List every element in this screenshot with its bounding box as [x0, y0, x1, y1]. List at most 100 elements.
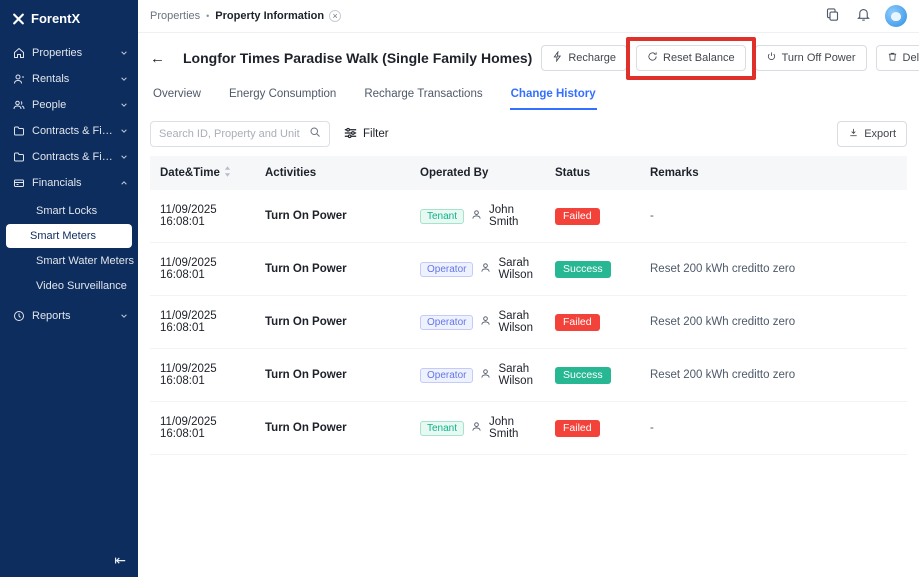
- table-row: 11/09/2025 16:08:01 Turn On Power Tenant…: [150, 402, 907, 455]
- cell-remarks: Reset 200 kWh creditto zero: [640, 243, 907, 296]
- recharge-button[interactable]: Recharge: [541, 45, 627, 71]
- trash-icon: [887, 51, 898, 65]
- operator-name: Sarah Wilson: [498, 310, 535, 334]
- sidebar-item-financials[interactable]: Financials: [0, 170, 138, 196]
- sidebar-collapse-button[interactable]: ⇤: [114, 552, 126, 569]
- sidebar-item-contracts-files-1[interactable]: Contracts & Files: [0, 118, 138, 144]
- avatar[interactable]: [885, 5, 907, 27]
- people-icon: [12, 99, 25, 111]
- close-tab-icon[interactable]: ×: [329, 10, 341, 22]
- cell-datetime: 11/09/2025 16:08:01: [150, 349, 255, 402]
- role-tag: Tenant: [420, 421, 464, 436]
- copy-button[interactable]: [823, 5, 842, 27]
- sidebar-item-rentals[interactable]: Rentals: [0, 66, 138, 92]
- sidebar-item-smart-locks[interactable]: Smart Locks: [6, 199, 132, 223]
- cell-datetime: 11/09/2025 16:08:01: [150, 243, 255, 296]
- person-icon: [480, 262, 491, 276]
- operator-name: Sarah Wilson: [498, 363, 535, 387]
- sidebar-item-video-surveillance[interactable]: Video Surveillance: [6, 274, 132, 298]
- open-tab-property-information[interactable]: Property Information ×: [215, 10, 341, 22]
- status-badge: Failed: [555, 314, 600, 331]
- sidebar-item-label: Financials: [32, 177, 113, 189]
- chevron-down-icon: [120, 312, 128, 320]
- download-icon: [848, 127, 859, 141]
- column-header-activities: Activities: [255, 156, 410, 190]
- tab-energy-consumption[interactable]: Energy Consumption: [228, 81, 337, 110]
- cell-status: Failed: [545, 296, 640, 349]
- cell-operated-by: Operator Sarah Wilson: [410, 243, 545, 296]
- sidebar-item-smart-meters[interactable]: Smart Meters: [6, 224, 132, 248]
- brand-name: ForentX: [31, 11, 80, 26]
- power-icon: [766, 51, 777, 65]
- filter-button[interactable]: Filter: [344, 127, 389, 142]
- cell-operated-by: Operator Sarah Wilson: [410, 349, 545, 402]
- status-badge: Failed: [555, 208, 600, 225]
- cell-operated-by: Tenant John Smith: [410, 402, 545, 455]
- sidebar-item-properties[interactable]: Properties: [0, 40, 138, 66]
- reset-balance-button[interactable]: Reset Balance: [636, 45, 746, 71]
- turn-off-power-button[interactable]: Turn Off Power: [755, 45, 867, 71]
- sidebar-item-contracts-files-2[interactable]: Contracts & Files: [0, 144, 138, 170]
- column-header-datetime[interactable]: Date&Time: [150, 156, 255, 190]
- role-tag: Operator: [420, 262, 473, 277]
- table-row: 11/09/2025 16:08:01 Turn On Power Operat…: [150, 243, 907, 296]
- cell-remarks: -: [640, 402, 907, 455]
- refresh-icon: [647, 51, 658, 65]
- operator-name: John Smith: [489, 416, 535, 440]
- folder-icon: [12, 151, 25, 163]
- app-window: ForentX Properties Rentals People Contra…: [0, 0, 919, 577]
- sidebar-item-reports[interactable]: Reports: [0, 303, 138, 329]
- search-input[interactable]: [159, 128, 303, 140]
- status-badge: Success: [555, 367, 611, 384]
- person-icon: [480, 315, 491, 329]
- export-button[interactable]: Export: [837, 121, 907, 147]
- sidebar-item-people[interactable]: People: [0, 92, 138, 118]
- table-row: 11/09/2025 16:08:01 Turn On Power Tenant…: [150, 190, 907, 243]
- tab-change-history[interactable]: Change History: [510, 81, 597, 110]
- status-badge: Success: [555, 261, 611, 278]
- sidebar-item-label: Contracts & Files: [32, 151, 113, 163]
- table-toolbar: Filter Export: [138, 110, 919, 156]
- notifications-button[interactable]: [854, 5, 873, 27]
- search-box: [150, 121, 330, 147]
- chevron-down-icon: [120, 49, 128, 57]
- cell-activity: Turn On Power: [255, 296, 410, 349]
- chevron-down-icon: [120, 127, 128, 135]
- sort-icon[interactable]: [224, 166, 231, 180]
- cell-remarks: -: [640, 190, 907, 243]
- tab-recharge-transactions[interactable]: Recharge Transactions: [363, 81, 483, 110]
- topbar: Properties • Property Information ×: [138, 0, 919, 33]
- status-badge: Failed: [555, 420, 600, 437]
- cell-status: Failed: [545, 402, 640, 455]
- delete-button[interactable]: Delete: [876, 45, 919, 71]
- cell-status: Success: [545, 243, 640, 296]
- search-icon: [309, 125, 321, 143]
- operator-name: Sarah Wilson: [498, 257, 535, 281]
- column-header-operated-by: Operated By: [410, 156, 545, 190]
- sidebar-item-smart-water-meters[interactable]: Smart Water Meters: [6, 249, 132, 273]
- table-row: 11/09/2025 16:08:01 Turn On Power Operat…: [150, 296, 907, 349]
- cell-remarks: Reset 200 kWh creditto zero: [640, 296, 907, 349]
- chevron-down-icon: [120, 101, 128, 109]
- person-icon: [471, 209, 482, 223]
- role-tag: Operator: [420, 368, 473, 383]
- breadcrumb-root[interactable]: Properties: [150, 10, 200, 22]
- finance-icon: [12, 177, 25, 189]
- copy-icon: [825, 7, 840, 25]
- chevron-down-icon: [120, 153, 128, 161]
- table-header-row: Date&Time Activities Operated By Status …: [150, 156, 907, 190]
- cell-datetime: 11/09/2025 16:08:01: [150, 402, 255, 455]
- bell-icon: [856, 7, 871, 25]
- lightning-icon: [552, 51, 563, 65]
- sidebar-item-label: Properties: [32, 47, 113, 59]
- cell-activity: Turn On Power: [255, 190, 410, 243]
- sidebar-item-label: Rentals: [32, 73, 113, 85]
- tab-overview[interactable]: Overview: [152, 81, 202, 110]
- sidebar-item-label: Reports: [32, 310, 113, 322]
- cell-operated-by: Operator Sarah Wilson: [410, 296, 545, 349]
- back-button[interactable]: ←: [150, 51, 165, 66]
- folder-icon: [12, 125, 25, 137]
- operator-name: John Smith: [489, 204, 535, 228]
- brand-logo-icon: [12, 12, 25, 26]
- column-header-status: Status: [545, 156, 640, 190]
